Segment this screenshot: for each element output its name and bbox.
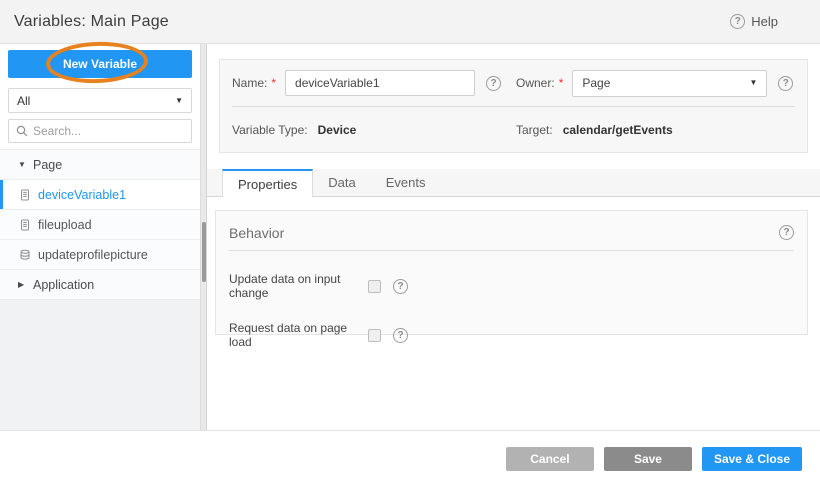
target-label: Target: (516, 123, 553, 137)
owner-field-group: Owner: * Page ▼ ? (516, 70, 793, 97)
owner-select[interactable]: Page ▼ (572, 70, 767, 97)
variable-type-group: Variable Type: Device (232, 123, 516, 137)
help-label: Help (751, 14, 778, 29)
tree-item-updateprofilepicture[interactable]: updateprofilepicture (0, 240, 200, 270)
option-help-icon[interactable]: ? (393, 328, 408, 343)
tree-item-label: updateprofilepicture (38, 248, 148, 262)
help-icon: ? (730, 14, 745, 29)
save-button[interactable]: Save (604, 447, 692, 471)
page-title: Variables: Main Page (14, 13, 169, 31)
name-help-icon[interactable]: ? (486, 76, 501, 91)
save-and-close-button[interactable]: Save & Close (702, 447, 802, 471)
request-on-page-load-checkbox[interactable] (368, 329, 381, 342)
tree-group-label: Page (33, 158, 62, 172)
variables-tree: ▼ Page deviceVariable1 fileupload (0, 149, 200, 300)
caret-down-icon[interactable]: ▼ (18, 160, 27, 169)
tree-group-page[interactable]: ▼ Page (0, 150, 200, 180)
variable-detail-pane: Name: * ? Owner: * Page ▼ ? (207, 44, 820, 430)
variables-dialog: Variables: Main Page ? Help New Variable… (0, 0, 820, 486)
chevron-down-icon: ▼ (175, 97, 183, 105)
update-on-input-change-checkbox[interactable] (368, 280, 381, 293)
sidebar-filler (0, 300, 200, 430)
variable-summary-panel: Name: * ? Owner: * Page ▼ ? (219, 59, 808, 153)
behavior-title: Behavior (229, 225, 284, 241)
option-update-on-input-change: Update data on input change ? (229, 272, 794, 300)
option-request-on-page-load: Request data on page load ? (229, 321, 794, 349)
tree-item-label: fileupload (38, 218, 92, 232)
tree-item-fileupload[interactable]: fileupload (0, 210, 200, 240)
chevron-down-icon: ▼ (749, 79, 757, 87)
variable-filter-select[interactable]: All ▼ (8, 88, 192, 113)
tree-item-label: deviceVariable1 (38, 188, 126, 202)
name-input[interactable] (285, 70, 475, 96)
variable-type-value: Device (318, 123, 357, 137)
required-marker: * (559, 76, 564, 90)
tab-data[interactable]: Data (313, 169, 370, 196)
tree-item-devicevariable1[interactable]: deviceVariable1 (0, 180, 200, 210)
variables-sidebar: New Variable All ▼ ▼ Page (0, 44, 200, 430)
name-label: Name: (232, 76, 267, 90)
option-label: Update data on input change (229, 272, 368, 300)
search-box[interactable] (8, 119, 192, 143)
device-variable-icon (19, 219, 31, 231)
behavior-header: Behavior ? (229, 211, 794, 251)
option-label: Request data on page load (229, 321, 368, 349)
target-value: calendar/getEvents (563, 123, 673, 137)
tab-events[interactable]: Events (371, 169, 441, 196)
search-icon (16, 125, 28, 137)
tab-properties[interactable]: Properties (222, 169, 313, 197)
dialog-footer: Cancel Save Save & Close (0, 430, 820, 486)
scrollbar-thumb[interactable] (202, 222, 206, 282)
new-variable-button[interactable]: New Variable (8, 50, 192, 78)
search-input[interactable] (33, 124, 184, 138)
name-owner-row: Name: * ? Owner: * Page ▼ ? (232, 60, 795, 107)
caret-right-icon[interactable]: ▶ (18, 280, 27, 289)
device-variable-icon (19, 189, 31, 201)
tree-group-label: Application (33, 278, 94, 292)
dialog-body: New Variable All ▼ ▼ Page (0, 44, 820, 430)
sidebar-controls: New Variable All ▼ (0, 44, 200, 149)
owner-help-icon[interactable]: ? (778, 76, 793, 91)
variable-type-label: Variable Type: (232, 123, 308, 137)
dialog-header: Variables: Main Page ? Help (0, 0, 820, 44)
help-link[interactable]: ? Help (730, 14, 778, 29)
target-group: Target: calendar/getEvents (516, 123, 673, 137)
service-variable-icon (19, 249, 31, 261)
name-field-group: Name: * ? (232, 70, 516, 96)
type-target-row: Variable Type: Device Target: calendar/g… (232, 107, 795, 153)
sidebar-scrollbar-track[interactable] (200, 44, 207, 430)
tree-group-application[interactable]: ▶ Application (0, 270, 200, 300)
detail-tabs: Properties Data Events (207, 169, 820, 197)
variable-filter-value: All (17, 94, 30, 108)
owner-select-value: Page (582, 76, 610, 90)
cancel-button[interactable]: Cancel (506, 447, 594, 471)
behavior-help-icon[interactable]: ? (779, 225, 794, 240)
owner-label: Owner: (516, 76, 555, 90)
behavior-panel: Behavior ? Update data on input change ?… (215, 210, 808, 335)
option-help-icon[interactable]: ? (393, 279, 408, 294)
required-marker: * (271, 76, 276, 90)
